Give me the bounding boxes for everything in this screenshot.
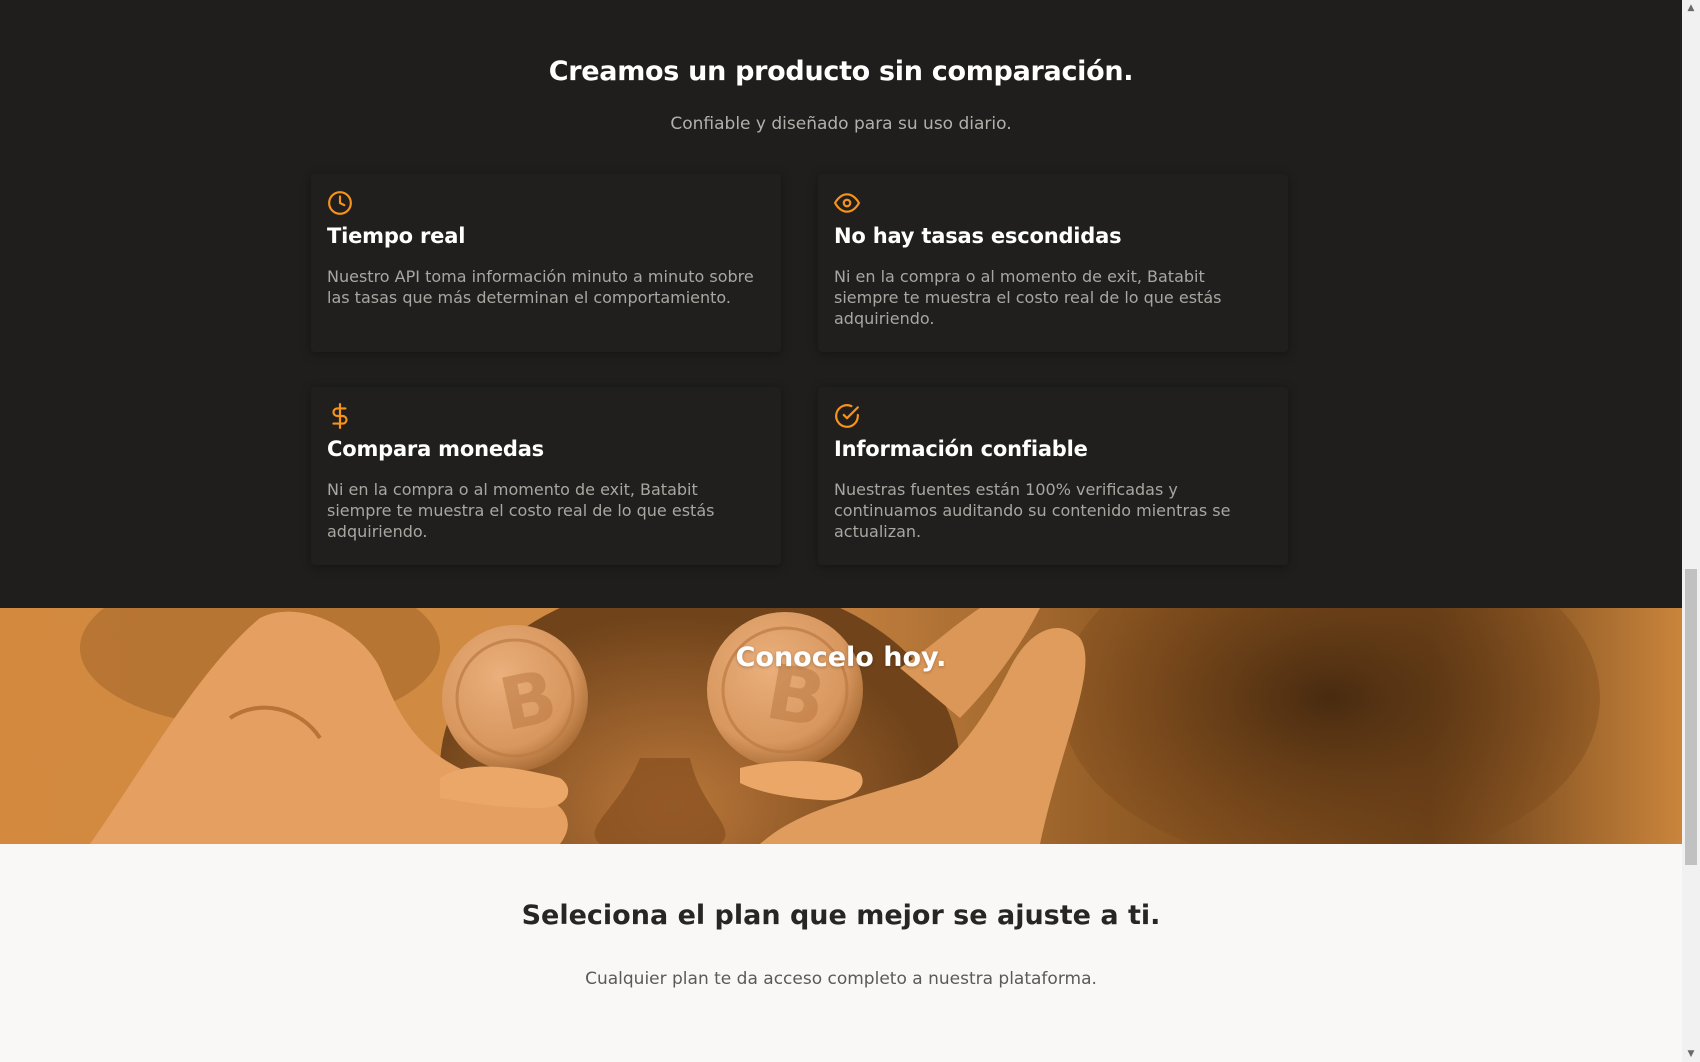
scroll-up-arrow-icon[interactable]: ▲ (1682, 0, 1700, 16)
vertical-scrollbar[interactable]: ▲ ▼ (1682, 0, 1700, 1062)
scrollbar-thumb[interactable] (1685, 569, 1697, 865)
eye-icon (834, 193, 860, 213)
feature-card-title: Tiempo real (327, 224, 466, 248)
feature-card-text: Ni en la compra o al momento de exit, Ba… (327, 480, 715, 541)
clock-icon (328, 191, 352, 215)
feature-card-no-hay-tasas: No hay tasas escondidas Ni en la compra … (818, 174, 1288, 352)
features-subtitle: Confiable y diseñado para su uso diario. (670, 114, 1012, 134)
features-title: Creamos un producto sin comparación. (548, 56, 1134, 87)
check-circle-icon (835, 404, 859, 428)
feature-card-compara-monedas: Compara monedas Ni en la compra o al mom… (311, 387, 781, 565)
feature-card-title: No hay tasas escondidas (834, 224, 1122, 248)
feature-card-title: Información confiable (834, 437, 1088, 461)
hero-title: Conocelo hoy. (735, 642, 947, 673)
hero-banner: B B Conocelo hoy. (0, 608, 1682, 844)
page: Creamos un producto sin comparación. Con… (0, 0, 1682, 1062)
feature-card-text: Ni en la compra o al momento de exit, Ba… (834, 267, 1222, 328)
feature-card-text: Nuestras fuentes están 100% verificadas … (834, 480, 1231, 541)
plans-subtitle: Cualquier plan te da acceso completo a n… (585, 969, 1097, 989)
feature-card-text: Nuestro API toma información minuto a mi… (327, 267, 754, 307)
feature-card-title: Compara monedas (327, 437, 544, 461)
scroll-down-arrow-icon[interactable]: ▼ (1682, 1046, 1700, 1062)
features-section: Creamos un producto sin comparación. Con… (0, 0, 1682, 608)
plans-section: Seleciona el plan que mejor se ajuste a … (0, 844, 1682, 1062)
feature-card-informacion-confiable: Información confiable Nuestras fuentes e… (818, 387, 1288, 565)
feature-card-tiempo-real: Tiempo real Nuestro API toma información… (311, 174, 781, 352)
plans-title: Seleciona el plan que mejor se ajuste a … (521, 900, 1161, 931)
dollar-icon (332, 403, 348, 429)
